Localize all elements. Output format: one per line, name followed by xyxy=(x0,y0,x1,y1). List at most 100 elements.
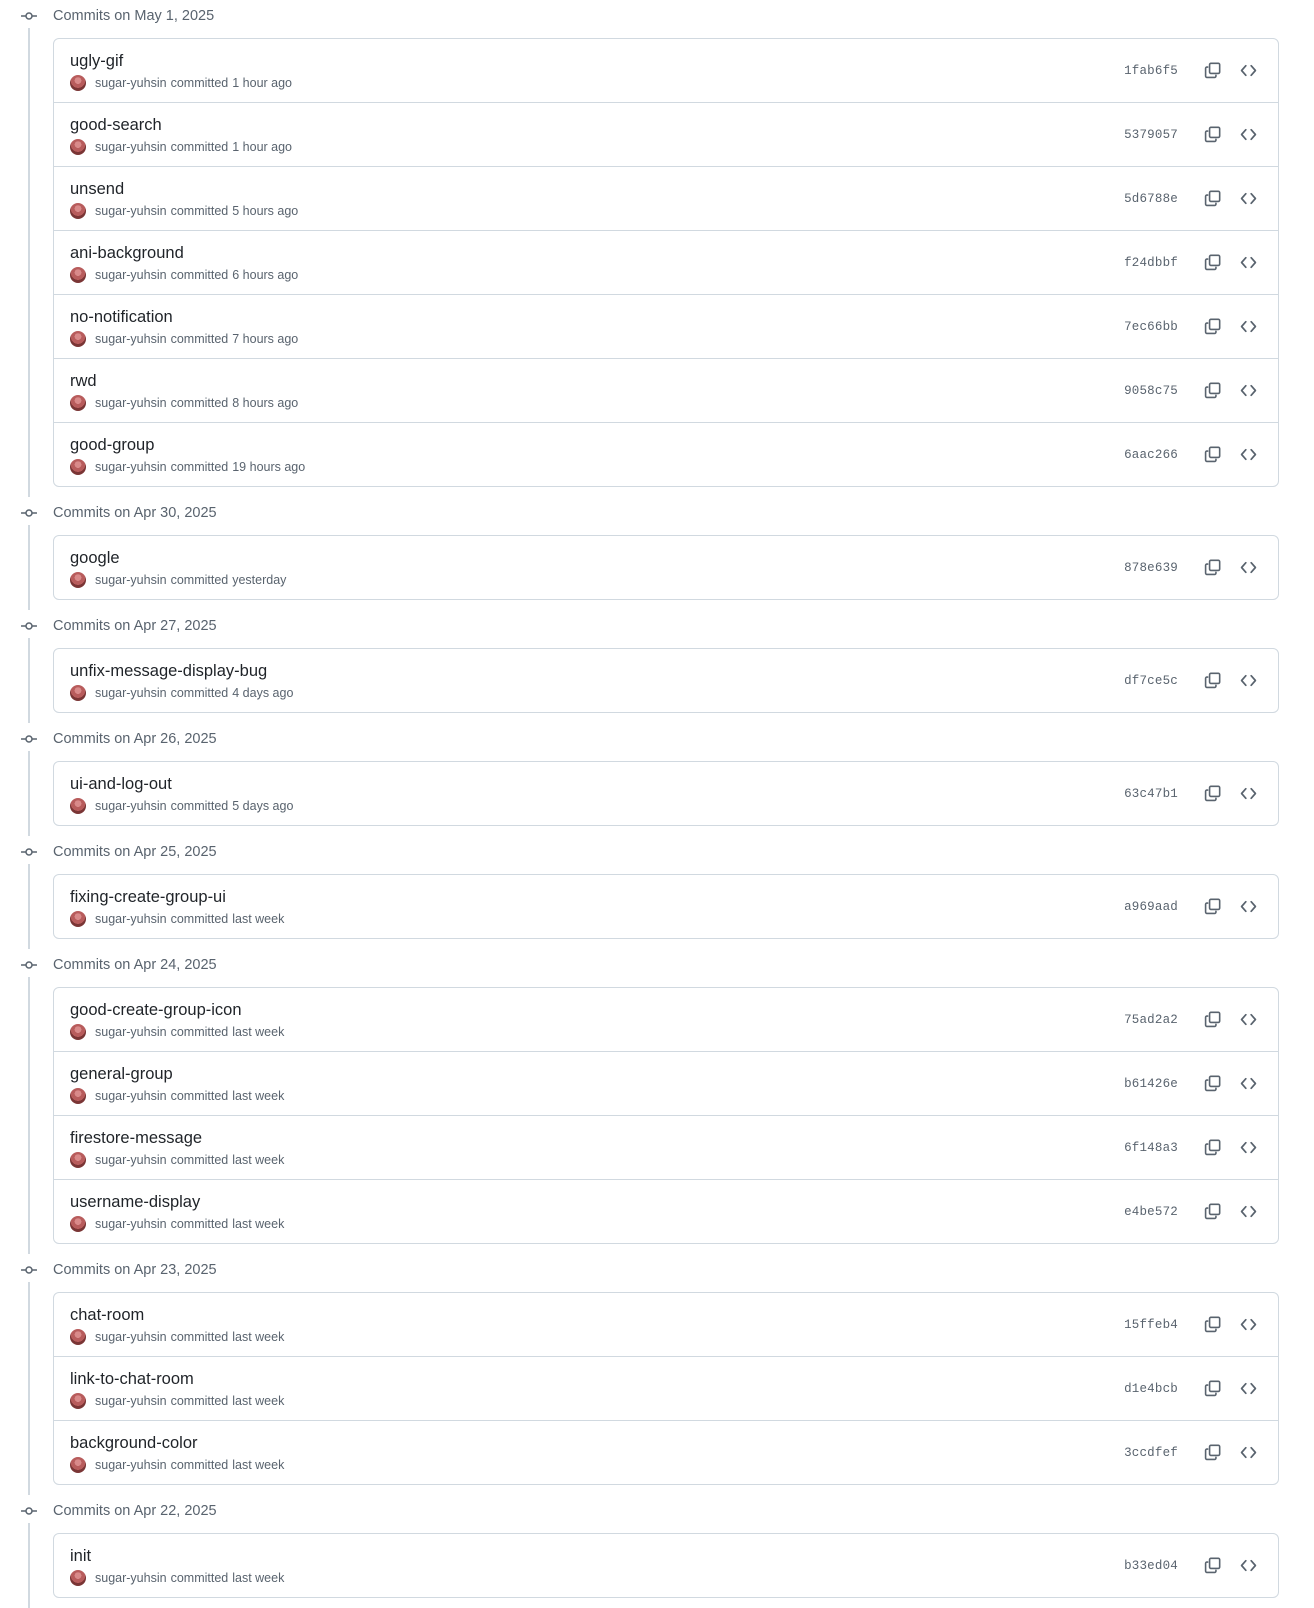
browse-repo-button[interactable] xyxy=(1234,1070,1262,1098)
copy-sha-button[interactable] xyxy=(1198,1375,1226,1403)
commit-sha-link[interactable]: f24dbbf xyxy=(1124,256,1178,270)
copy-sha-button[interactable] xyxy=(1198,121,1226,149)
copy-sha-button[interactable] xyxy=(1198,780,1226,808)
browse-repo-button[interactable] xyxy=(1234,249,1262,277)
copy-sha-button[interactable] xyxy=(1198,1198,1226,1226)
author-avatar[interactable] xyxy=(70,75,86,91)
copy-sha-button[interactable] xyxy=(1198,1134,1226,1162)
commit-message-link[interactable]: firestore-message xyxy=(70,1127,202,1149)
commit-message-link[interactable]: unsend xyxy=(70,178,124,200)
browse-repo-button[interactable] xyxy=(1234,667,1262,695)
author-link[interactable]: sugar-yuhsin xyxy=(95,1392,167,1410)
commit-sha-link[interactable]: 6f148a3 xyxy=(1124,1141,1178,1155)
copy-sha-button[interactable] xyxy=(1198,1311,1226,1339)
browse-repo-button[interactable] xyxy=(1234,57,1262,85)
commit-sha-link[interactable]: 1fab6f5 xyxy=(1124,64,1178,78)
author-avatar[interactable] xyxy=(70,911,86,927)
author-link[interactable]: sugar-yuhsin xyxy=(95,910,167,928)
copy-sha-button[interactable] xyxy=(1198,441,1226,469)
author-avatar[interactable] xyxy=(70,395,86,411)
copy-sha-button[interactable] xyxy=(1198,1439,1226,1467)
browse-repo-button[interactable] xyxy=(1234,1375,1262,1403)
author-avatar[interactable] xyxy=(70,572,86,588)
copy-sha-button[interactable] xyxy=(1198,57,1226,85)
copy-sha-button[interactable] xyxy=(1198,1070,1226,1098)
commit-sha-link[interactable]: a969aad xyxy=(1124,900,1178,914)
copy-sha-button[interactable] xyxy=(1198,1006,1226,1034)
commit-message-link[interactable]: general-group xyxy=(70,1063,173,1085)
author-avatar[interactable] xyxy=(70,267,86,283)
author-link[interactable]: sugar-yuhsin xyxy=(95,394,167,412)
commit-message-link[interactable]: good-create-group-icon xyxy=(70,999,242,1021)
copy-sha-button[interactable] xyxy=(1198,185,1226,213)
copy-sha-button[interactable] xyxy=(1198,377,1226,405)
author-avatar[interactable] xyxy=(70,1329,86,1345)
browse-repo-button[interactable] xyxy=(1234,313,1262,341)
copy-sha-button[interactable] xyxy=(1198,313,1226,341)
commit-message-link[interactable]: link-to-chat-room xyxy=(70,1368,194,1390)
author-avatar[interactable] xyxy=(70,1457,86,1473)
browse-repo-button[interactable] xyxy=(1234,441,1262,469)
commit-sha-link[interactable]: df7ce5c xyxy=(1124,674,1178,688)
browse-repo-button[interactable] xyxy=(1234,554,1262,582)
author-avatar[interactable] xyxy=(70,1393,86,1409)
copy-sha-button[interactable] xyxy=(1198,249,1226,277)
author-link[interactable]: sugar-yuhsin xyxy=(95,1023,167,1041)
author-link[interactable]: sugar-yuhsin xyxy=(95,74,167,92)
author-link[interactable]: sugar-yuhsin xyxy=(95,330,167,348)
commit-sha-link[interactable]: 5d6788e xyxy=(1124,192,1178,206)
author-avatar[interactable] xyxy=(70,203,86,219)
author-link[interactable]: sugar-yuhsin xyxy=(95,684,167,702)
browse-repo-button[interactable] xyxy=(1234,1552,1262,1580)
author-link[interactable]: sugar-yuhsin xyxy=(95,138,167,156)
author-link[interactable]: sugar-yuhsin xyxy=(95,1569,167,1587)
commit-message-link[interactable]: init xyxy=(70,1545,91,1567)
commit-message-link[interactable]: no-notification xyxy=(70,306,173,328)
author-link[interactable]: sugar-yuhsin xyxy=(95,1215,167,1233)
author-avatar[interactable] xyxy=(70,1024,86,1040)
copy-sha-button[interactable] xyxy=(1198,1552,1226,1580)
copy-sha-button[interactable] xyxy=(1198,893,1226,921)
commit-sha-link[interactable]: 15ffeb4 xyxy=(1124,1318,1178,1332)
author-avatar[interactable] xyxy=(70,1216,86,1232)
commit-message-link[interactable]: ui-and-log-out xyxy=(70,773,172,795)
browse-repo-button[interactable] xyxy=(1234,1134,1262,1162)
author-avatar[interactable] xyxy=(70,1570,86,1586)
browse-repo-button[interactable] xyxy=(1234,780,1262,808)
browse-repo-button[interactable] xyxy=(1234,893,1262,921)
commit-message-link[interactable]: google xyxy=(70,547,120,569)
commit-sha-link[interactable]: b33ed04 xyxy=(1124,1559,1178,1573)
author-link[interactable]: sugar-yuhsin xyxy=(95,1328,167,1346)
copy-sha-button[interactable] xyxy=(1198,554,1226,582)
commit-sha-link[interactable]: 9058c75 xyxy=(1124,384,1178,398)
author-link[interactable]: sugar-yuhsin xyxy=(95,1456,167,1474)
commit-sha-link[interactable]: 3ccdfef xyxy=(1124,1446,1178,1460)
browse-repo-button[interactable] xyxy=(1234,185,1262,213)
browse-repo-button[interactable] xyxy=(1234,1198,1262,1226)
author-avatar[interactable] xyxy=(70,1152,86,1168)
author-avatar[interactable] xyxy=(70,331,86,347)
commit-message-link[interactable]: username-display xyxy=(70,1191,200,1213)
commit-message-link[interactable]: chat-room xyxy=(70,1304,144,1326)
commit-sha-link[interactable]: b61426e xyxy=(1124,1077,1178,1091)
commit-sha-link[interactable]: 75ad2a2 xyxy=(1124,1013,1178,1027)
author-avatar[interactable] xyxy=(70,459,86,475)
browse-repo-button[interactable] xyxy=(1234,377,1262,405)
browse-repo-button[interactable] xyxy=(1234,1439,1262,1467)
browse-repo-button[interactable] xyxy=(1234,121,1262,149)
author-link[interactable]: sugar-yuhsin xyxy=(95,797,167,815)
author-link[interactable]: sugar-yuhsin xyxy=(95,266,167,284)
commit-sha-link[interactable]: e4be572 xyxy=(1124,1205,1178,1219)
author-link[interactable]: sugar-yuhsin xyxy=(95,1087,167,1105)
commit-message-link[interactable]: rwd xyxy=(70,370,97,392)
commit-message-link[interactable]: unfix-message-display-bug xyxy=(70,660,267,682)
author-link[interactable]: sugar-yuhsin xyxy=(95,202,167,220)
commit-message-link[interactable]: good-group xyxy=(70,434,154,456)
browse-repo-button[interactable] xyxy=(1234,1006,1262,1034)
commit-sha-link[interactable]: 63c47b1 xyxy=(1124,787,1178,801)
commit-message-link[interactable]: background-color xyxy=(70,1432,198,1454)
author-link[interactable]: sugar-yuhsin xyxy=(95,1151,167,1169)
commit-sha-link[interactable]: 5379057 xyxy=(1124,128,1178,142)
commit-message-link[interactable]: ugly-gif xyxy=(70,50,123,72)
browse-repo-button[interactable] xyxy=(1234,1311,1262,1339)
